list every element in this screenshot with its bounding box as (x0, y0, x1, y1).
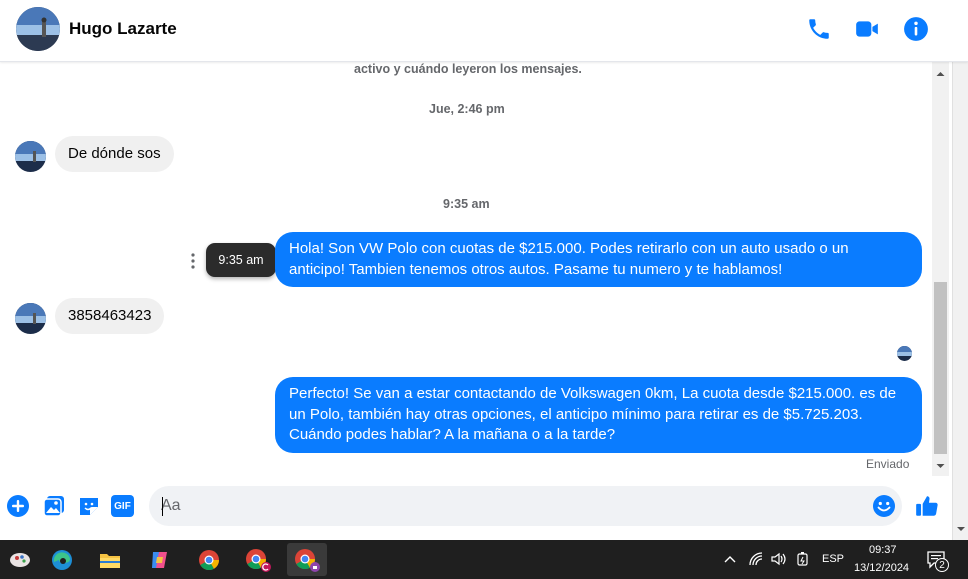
message-list[interactable]: activo y cuándo leyeron los mensajes. Ju… (0, 62, 932, 476)
contact-avatar[interactable] (16, 7, 60, 51)
copilot-icon[interactable] (140, 543, 180, 576)
sent-status: Enviado (866, 457, 910, 471)
language-indicator[interactable]: ESP (822, 553, 844, 565)
gif-icon[interactable]: GIF (111, 495, 134, 517)
page-scrollbar[interactable] (952, 0, 968, 540)
message-input[interactable] (161, 486, 861, 526)
outgoing-message[interactable]: Perfecto! Se van a estar contactando de … (275, 377, 922, 453)
scroll-up-arrow-icon[interactable] (932, 68, 949, 80)
chat-scrollbar[interactable] (932, 62, 949, 476)
message-line: un Polo, también hay otras opciones, el … (289, 405, 863, 423)
image-icon[interactable] (42, 494, 66, 518)
info-icon[interactable] (903, 16, 929, 42)
scroll-thumb[interactable] (934, 282, 947, 454)
sticker-icon[interactable] (77, 494, 101, 518)
file-explorer-icon[interactable] (90, 543, 130, 576)
video-call-icon[interactable] (854, 16, 880, 42)
wifi-icon[interactable] (748, 551, 764, 567)
chrome-profile-active-icon[interactable] (287, 543, 327, 576)
scroll-down-arrow-icon[interactable] (932, 460, 949, 472)
plus-icon[interactable] (6, 494, 30, 518)
message-line: Cuándo podes hablar? A la mañana o a la … (289, 426, 616, 443)
like-icon[interactable] (914, 493, 940, 519)
message-input-wrapper[interactable] (149, 486, 902, 526)
contact-avatar-small[interactable] (15, 141, 46, 172)
chrome-profile-c-icon[interactable] (238, 543, 278, 576)
message-line: Perfecto! Se van a estar contactando de … (289, 385, 897, 402)
incoming-message[interactable]: De dónde sos (55, 136, 174, 172)
clock-date[interactable]: 13/12/2024 (854, 562, 909, 574)
scroll-down-arrow-icon[interactable] (955, 524, 967, 534)
emoji-icon[interactable] (872, 494, 896, 518)
timestamp: Jue, 2:46 pm (429, 102, 505, 116)
chevron-up-icon[interactable] (724, 554, 736, 564)
message-line: anticipo! Tambien tenemos otros autos. P… (289, 260, 783, 278)
chat-header: Hugo Lazarte (0, 0, 968, 62)
taskbar: ESP 09:37 13/12/2024 2 (0, 540, 968, 579)
seen-indicator-avatar (897, 346, 912, 361)
edge-icon[interactable] (42, 543, 82, 576)
timestamp: 9:35 am (443, 197, 490, 211)
volume-icon[interactable] (770, 551, 788, 567)
incoming-message[interactable]: 3858463423 (55, 298, 165, 334)
contact-avatar-small[interactable] (15, 303, 46, 334)
chrome-icon[interactable] (189, 543, 229, 576)
clock-time[interactable]: 09:37 (869, 544, 897, 556)
time-tooltip: 9:35 am (206, 243, 276, 277)
outgoing-message[interactable]: Hola! Son VW Polo con cuotas de $215.000… (275, 232, 922, 287)
battery-icon[interactable] (796, 551, 810, 567)
phone-icon[interactable] (806, 16, 832, 42)
more-options-icon[interactable] (188, 252, 198, 270)
message-composer: GIF (0, 476, 950, 540)
message-line: Hola! Son VW Polo con cuotas de $215.000… (289, 240, 849, 257)
contact-name[interactable]: Hugo Lazarte (69, 19, 177, 39)
system-note: activo y cuándo leyeron los mensajes. (354, 62, 582, 76)
app-icon[interactable] (0, 543, 40, 576)
text-caret (162, 497, 163, 516)
notification-count-badge: 2 (935, 558, 949, 572)
